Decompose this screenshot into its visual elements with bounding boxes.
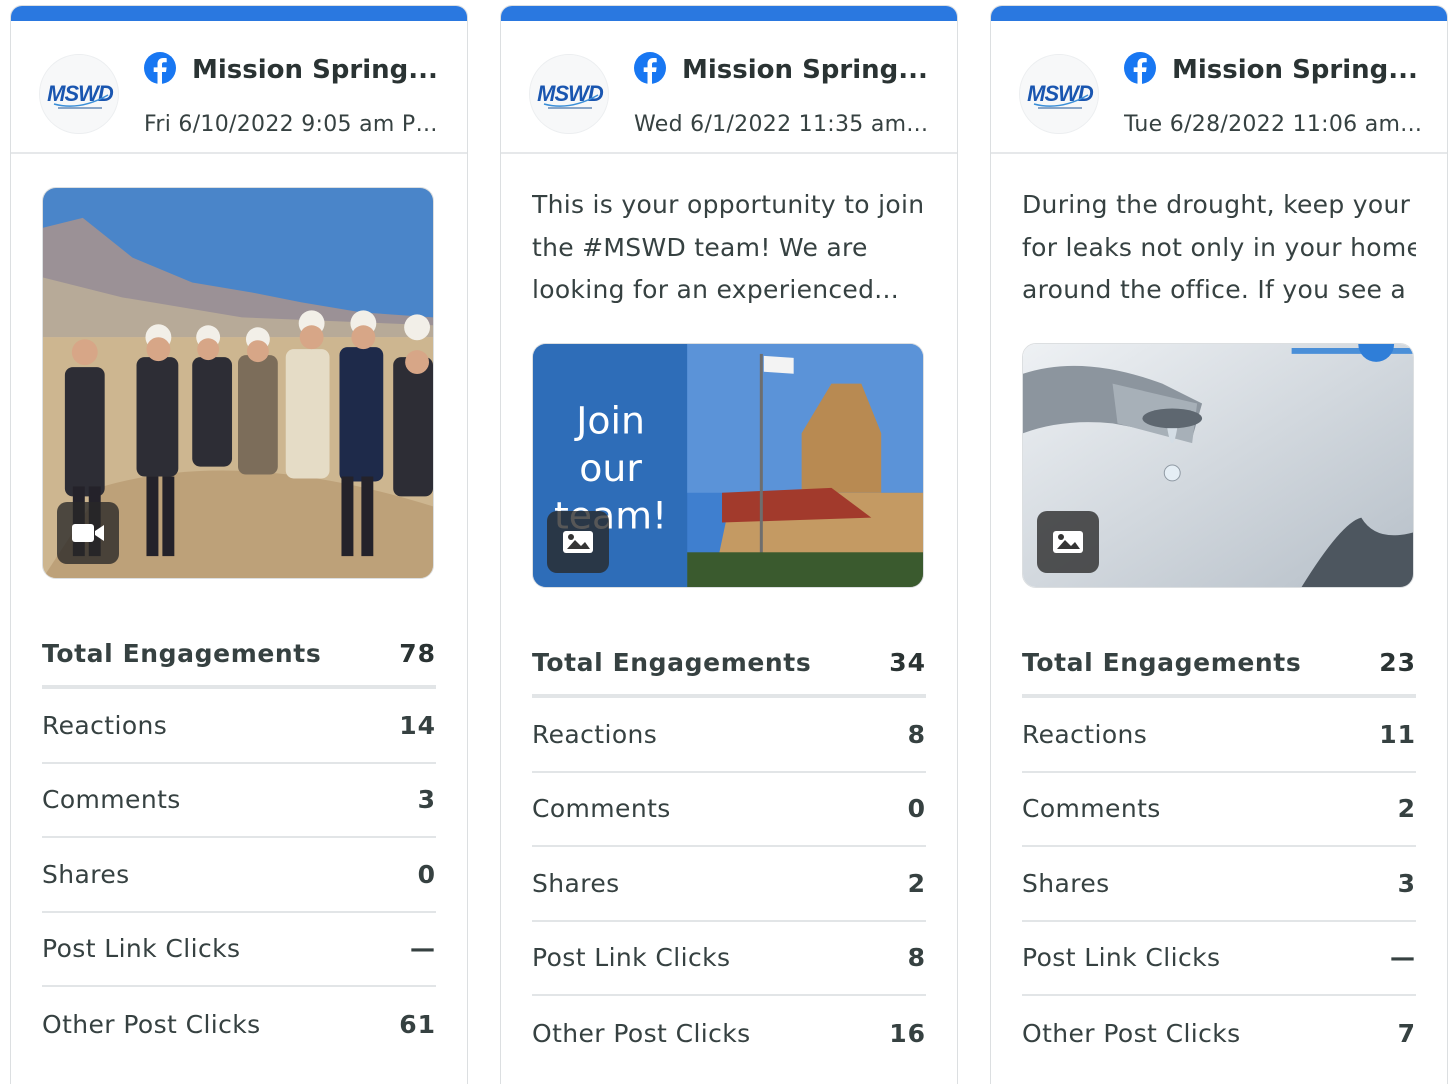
metric-comments: Comments 3 — [42, 764, 436, 838]
metric-reactions: Reactions 11 — [1022, 698, 1416, 773]
svg-text:our: our — [579, 446, 642, 490]
metric-reactions: Reactions 14 — [42, 689, 436, 764]
post-text-line: around the office. If you see a l — [1022, 275, 1416, 304]
metric-post-link-clicks: Post Link Clicks — — [42, 913, 436, 987]
post-media-image[interactable] — [1022, 343, 1414, 588]
post-media-image[interactable]: Join our team! — [532, 343, 924, 588]
card-header: MSWD Mission Spring... Fri 6/10/2022 9:0… — [11, 21, 467, 154]
metric-shares: Shares 2 — [532, 847, 926, 922]
metric-shares: Shares 0 — [42, 838, 436, 913]
post-card[interactable]: MSWD Mission Spring... Fri 6/10/2022 9:0… — [10, 5, 468, 1084]
card-body: During the drought, keep your for leaks … — [991, 184, 1447, 1071]
metric-other-post-clicks: Other Post Clicks 61 — [42, 1009, 436, 1039]
avatar[interactable]: MSWD — [39, 54, 119, 134]
post-text-line: for leaks not only in your home — [1022, 232, 1416, 262]
image-icon — [547, 511, 609, 573]
avatar[interactable]: MSWD — [529, 54, 609, 134]
post-date: Tue 6/28/2022 11:06 am... — [1124, 112, 1423, 137]
metric-post-link-clicks: Post Link Clicks — — [1022, 922, 1416, 996]
card-accent-bar — [991, 6, 1447, 21]
post-cards-grid: MSWD Mission Spring... Fri 6/10/2022 9:0… — [0, 0, 1452, 1084]
metric-reactions: Reactions 8 — [532, 698, 926, 773]
card-accent-bar — [11, 6, 467, 21]
facebook-icon — [144, 52, 176, 84]
account-name[interactable]: Mission Spring... — [682, 50, 942, 90]
logo-text: MSWD — [47, 81, 114, 106]
metric-other-post-clicks: Other Post Clicks 7 — [1022, 1018, 1416, 1048]
post-media-video[interactable] — [42, 187, 434, 579]
post-card[interactable]: MSWD Mission Spring... Tue 6/28/2022 11:… — [990, 5, 1448, 1084]
post-text: This is your opportunity to join the #MS… — [532, 190, 925, 304]
metric-other-post-clicks: Other Post Clicks 16 — [532, 1018, 926, 1048]
avatar[interactable]: MSWD — [1019, 54, 1099, 134]
svg-text:Join: Join — [574, 398, 645, 442]
image-icon — [1037, 511, 1099, 573]
post-text-line: During the drought, keep your — [1022, 190, 1411, 219]
card-header: MSWD Mission Spring... Wed 6/1/2022 11:3… — [501, 21, 957, 154]
facebook-icon — [1124, 52, 1156, 84]
metric-comments: Comments 0 — [532, 773, 926, 847]
card-accent-bar — [501, 6, 957, 21]
metric-shares: Shares 3 — [1022, 847, 1416, 922]
card-header: MSWD Mission Spring... Tue 6/28/2022 11:… — [991, 21, 1447, 154]
metric-post-link-clicks: Post Link Clicks 8 — [532, 922, 926, 996]
metric-total-engagements: Total Engagements 23 — [1022, 624, 1416, 698]
account-name[interactable]: Mission Spring... — [192, 50, 452, 90]
metrics-table: Total Engagements 23 Reactions 11 Commen… — [1022, 624, 1416, 1071]
logo-text: MSWD — [1027, 81, 1094, 106]
post-card[interactable]: MSWD Mission Spring... Wed 6/1/2022 11:3… — [500, 5, 958, 1084]
post-date: Wed 6/1/2022 11:35 am... — [634, 112, 929, 137]
metrics-table: Total Engagements 78 Reactions 14 Commen… — [42, 615, 436, 1062]
metrics-table: Total Engagements 34 Reactions 8 Comment… — [532, 624, 926, 1071]
account-name[interactable]: Mission Spring... — [1172, 50, 1432, 90]
metric-total-engagements: Total Engagements 34 — [532, 624, 926, 698]
facebook-icon — [634, 52, 666, 84]
post-date: Fri 6/10/2022 9:05 am PDT — [144, 112, 444, 137]
video-icon — [57, 502, 119, 564]
metric-total-engagements: Total Engagements 78 — [42, 615, 436, 689]
card-body: Total Engagements 78 Reactions 14 Commen… — [11, 187, 467, 1062]
post-text: During the drought, keep your for leaks … — [1022, 184, 1416, 312]
metric-comments: Comments 2 — [1022, 773, 1416, 847]
logo-text: MSWD — [537, 81, 604, 106]
card-body: This is your opportunity to join the #MS… — [501, 184, 957, 1071]
